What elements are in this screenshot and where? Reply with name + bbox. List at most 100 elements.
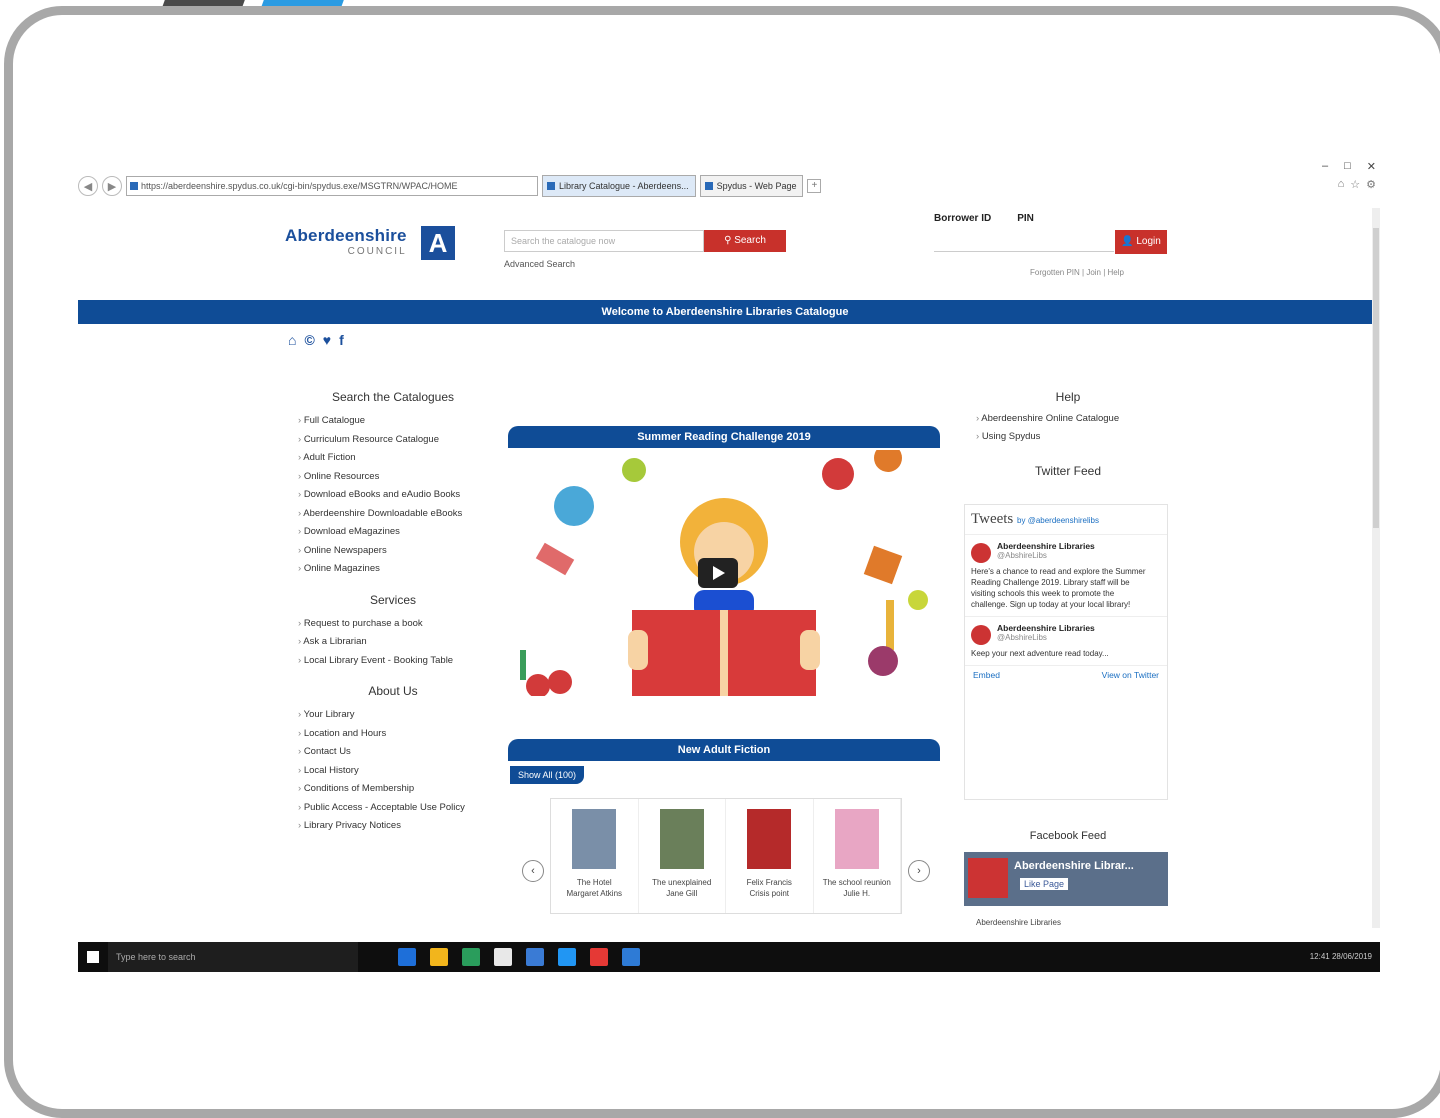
book-item[interactable]: The unexplained Jane Gill xyxy=(639,799,726,913)
taskbar-app-icon[interactable] xyxy=(430,948,448,966)
window-controls: – □ ✕ xyxy=(1322,160,1376,173)
system-tray-clock[interactable]: 12:41 28/06/2019 xyxy=(1310,942,1372,972)
services-list: Request to purchase a book Ask a Librari… xyxy=(298,615,488,671)
book-item[interactable]: The Hotel Margaret Atkins xyxy=(551,799,639,913)
back-icon[interactable]: ◀ xyxy=(78,176,98,196)
advanced-search-link[interactable]: Advanced Search xyxy=(504,259,575,269)
book-cover[interactable] xyxy=(747,809,792,869)
list-item[interactable]: Download eMagazines xyxy=(298,523,488,542)
url-field[interactable]: https://aberdeenshire.spydus.co.uk/cgi-b… xyxy=(126,176,538,196)
gear-icon[interactable]: ⚙ xyxy=(1366,178,1376,191)
maximize-icon[interactable]: □ xyxy=(1344,160,1351,173)
book-title: The unexplained xyxy=(652,878,712,887)
home-link-icon[interactable]: ⌂ xyxy=(288,332,296,348)
close-icon[interactable]: ✕ xyxy=(1367,160,1376,173)
minimize-icon[interactable]: – xyxy=(1322,160,1328,173)
facebook-icon[interactable]: f xyxy=(339,332,344,348)
book-title: Felix Francis xyxy=(746,878,792,887)
list-item[interactable]: Adult Fiction xyxy=(298,449,488,468)
taskbar-app-icon[interactable] xyxy=(590,948,608,966)
new-tab-icon[interactable]: + xyxy=(807,179,822,193)
list-item[interactable]: Public Access - Acceptable Use Policy xyxy=(298,799,488,818)
list-item[interactable]: Aberdeenshire Downloadable eBooks xyxy=(298,505,488,524)
book-cover[interactable] xyxy=(659,809,704,869)
book-author: Crisis point xyxy=(749,889,790,898)
forward-icon[interactable]: ▶ xyxy=(102,176,122,196)
embed-link[interactable]: Embed xyxy=(973,670,1000,680)
tweet[interactable]: Aberdeenshire Libraries @AbshireLibs Kee… xyxy=(965,617,1167,666)
list-item[interactable]: Online Newspapers xyxy=(298,542,488,561)
browser-tab-spydus[interactable]: Spydus - Web Page xyxy=(699,175,804,197)
list-item[interactable]: Location and Hours xyxy=(298,725,488,744)
book-cover[interactable] xyxy=(834,809,879,869)
book-cover[interactable] xyxy=(572,809,617,869)
list-item[interactable]: Your Library xyxy=(298,706,488,725)
facebook-heading: Facebook Feed xyxy=(1029,830,1107,842)
windows-icon xyxy=(87,951,99,963)
twitter-header: Tweets by @aberdeenshirelibs xyxy=(965,505,1167,535)
list-item[interactable]: Using Spydus xyxy=(976,428,1168,446)
facebook-like-button[interactable]: Like Page xyxy=(1020,878,1069,890)
taskbar-app-icon[interactable] xyxy=(526,948,544,966)
list-item[interactable]: Download eBooks and eAudio Books xyxy=(298,486,488,505)
about-list: Your Library Location and Hours Contact … xyxy=(298,706,488,836)
tweet-text: Keep your next adventure read today... xyxy=(971,649,1109,658)
play-icon[interactable] xyxy=(698,558,738,588)
taskbar-app-icon[interactable] xyxy=(462,948,480,966)
list-item[interactable]: Aberdeenshire Online Catalogue xyxy=(976,410,1168,428)
login-links[interactable]: Forgotten PIN | Join | Help xyxy=(1030,268,1124,277)
right-column: Help Aberdeenshire Online Catalogue Usin… xyxy=(968,390,1168,484)
book-item[interactable]: The school reunion Julie H. xyxy=(814,799,901,913)
list-item[interactable]: Library Privacy Notices xyxy=(298,817,488,836)
list-item[interactable]: Local Library Event - Booking Table xyxy=(298,652,488,671)
browser-tab-catalogue[interactable]: Library Catalogue - Aberdeens... xyxy=(542,175,696,197)
taskbar-app-icon[interactable] xyxy=(558,948,576,966)
list-item[interactable]: Online Resources xyxy=(298,468,488,487)
start-button[interactable] xyxy=(78,942,108,972)
view-on-twitter-link[interactable]: View on Twitter xyxy=(1102,670,1159,680)
twitter-feed-widget[interactable]: Tweets by @aberdeenshirelibs Aberdeenshi… xyxy=(964,504,1168,800)
twitter-by[interactable]: by @aberdeenshirelibs xyxy=(1017,516,1099,525)
facebook-widget[interactable]: Aberdeenshire Librar... Like Page xyxy=(964,852,1168,906)
tweet[interactable]: Aberdeenshire Libraries @AbshireLibs Her… xyxy=(965,535,1167,617)
facebook-page-name[interactable]: Aberdeenshire Librar... xyxy=(1014,860,1134,872)
tweets-label: Tweets xyxy=(971,511,1014,527)
summer-reading-video[interactable] xyxy=(508,450,940,696)
login-button[interactable]: 👤 Login xyxy=(1115,230,1167,254)
twitter-icon[interactable]: ♥ xyxy=(323,332,331,348)
list-item[interactable]: Full Catalogue xyxy=(298,412,488,431)
borrower-id-field[interactable] xyxy=(934,230,1114,252)
left-column: Search the Catalogues Full Catalogue Cur… xyxy=(298,390,488,850)
list-item[interactable]: Local History xyxy=(298,762,488,781)
catalogue-search-input[interactable]: Search the catalogue now xyxy=(504,230,704,252)
carousel-prev-icon[interactable]: ‹ xyxy=(522,860,544,882)
taskbar-app-icon[interactable] xyxy=(494,948,512,966)
pin-label: PIN xyxy=(1017,213,1034,224)
list-item[interactable]: Curriculum Resource Catalogue xyxy=(298,431,488,450)
list-item[interactable]: Conditions of Membership xyxy=(298,780,488,799)
carousel-next-icon[interactable]: › xyxy=(908,860,930,882)
taskbar-search-input[interactable]: Type here to search xyxy=(108,942,358,972)
tweet-text: Here's a chance to read and explore the … xyxy=(971,567,1146,609)
instagram-icon[interactable]: © xyxy=(304,332,314,348)
list-item[interactable]: Ask a Librarian xyxy=(298,633,488,652)
list-item[interactable]: Online Magazines xyxy=(298,560,488,579)
book-carousel: The Hotel Margaret Atkins The unexplaine… xyxy=(550,798,902,914)
show-all-button[interactable]: Show All (100) xyxy=(510,766,585,784)
list-item[interactable]: Contact Us xyxy=(298,743,488,762)
council-logo[interactable]: Aberdeenshire COUNCIL xyxy=(285,226,407,257)
search-catalogues-list: Full Catalogue Curriculum Resource Catal… xyxy=(298,412,488,579)
borrower-id-label: Borrower ID xyxy=(934,213,992,224)
star-icon[interactable]: ☆ xyxy=(1350,178,1360,191)
home-icon[interactable]: ⌂ xyxy=(1338,178,1345,191)
page-scrollbar[interactable] xyxy=(1372,208,1380,928)
scrollbar-thumb[interactable] xyxy=(1373,228,1379,528)
services-heading: Services xyxy=(369,592,416,607)
book-item[interactable]: Felix Francis Crisis point xyxy=(726,799,814,913)
login-labels: Borrower ID PIN xyxy=(934,213,1034,224)
taskbar-app-icon[interactable] xyxy=(622,948,640,966)
list-item[interactable]: Request to purchase a book xyxy=(298,615,488,634)
search-button[interactable]: ⚲ Search xyxy=(704,230,786,252)
fiction-panel-title: New Adult Fiction xyxy=(508,739,940,761)
taskbar-app-icon[interactable] xyxy=(398,948,416,966)
